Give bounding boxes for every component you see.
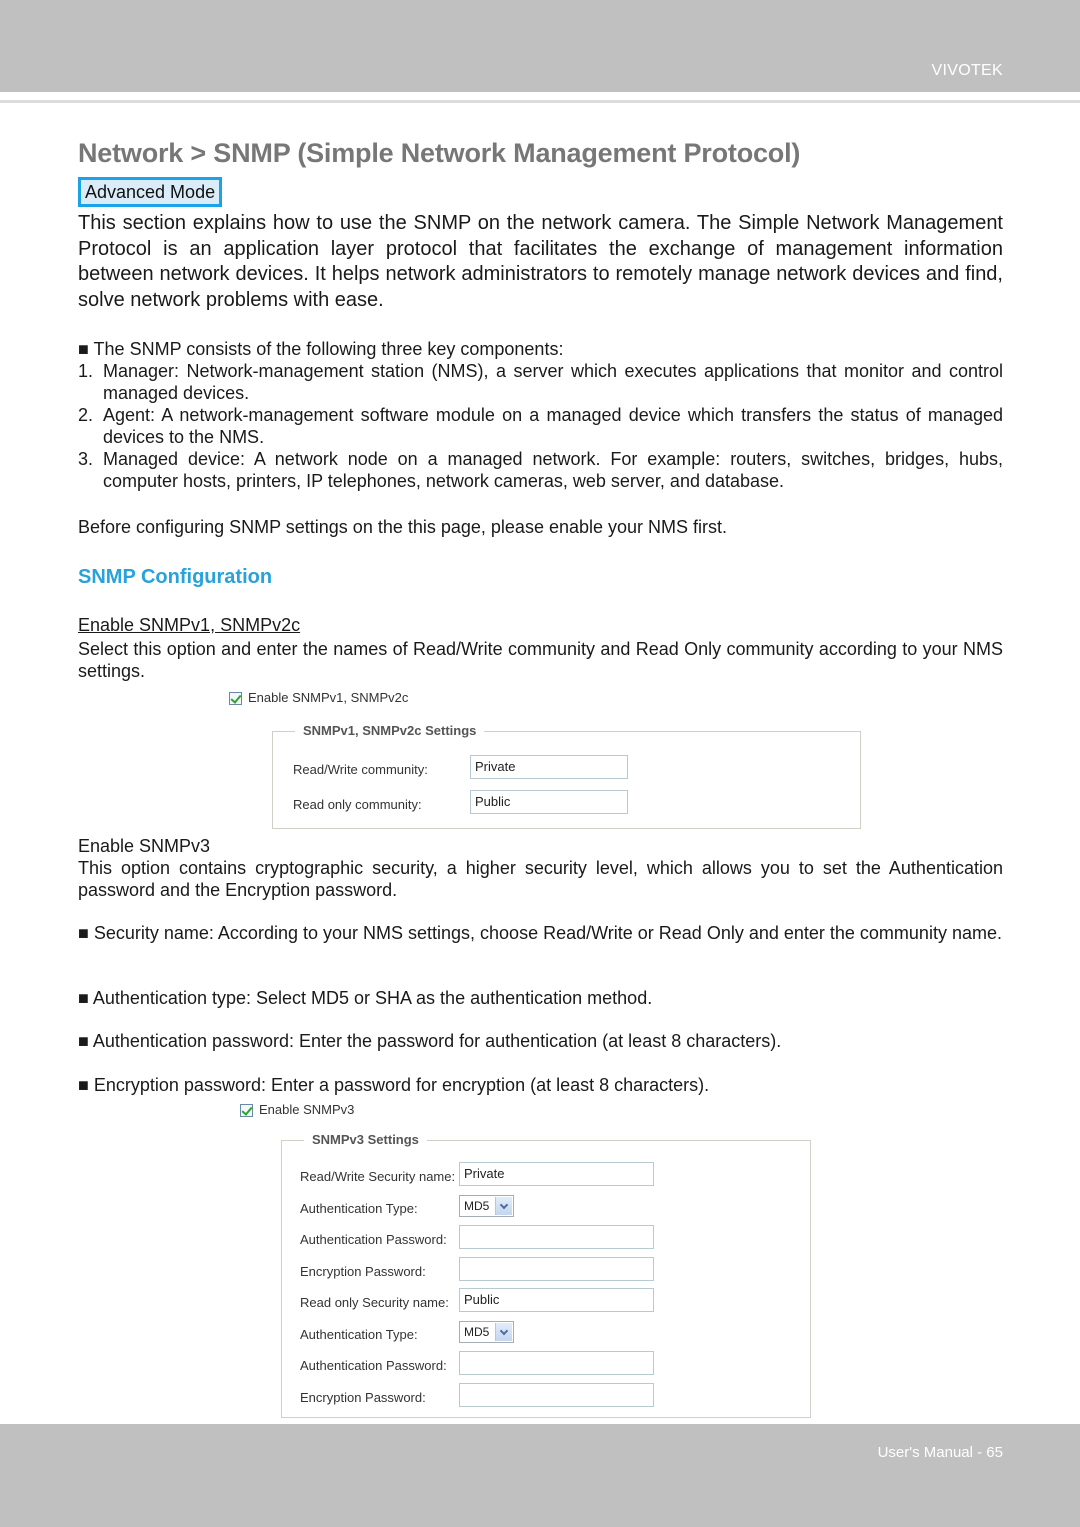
v3-subheading: Enable SNMPv3 <box>78 836 211 856</box>
v3-description: This option contains cryptographic secur… <box>78 858 1003 900</box>
checkbox-checked-icon[interactable] <box>240 1104 253 1118</box>
before-note: Before configuring SNMP settings on the … <box>78 517 728 537</box>
auth-type-select[interactable]: MD5 <box>459 1321 514 1343</box>
field-label: Read only community: <box>293 797 422 812</box>
auth-password-input[interactable] <box>459 1225 654 1249</box>
readonly-community-input[interactable]: Public <box>470 790 628 814</box>
auth-type-select[interactable]: MD5 <box>459 1195 514 1217</box>
field-label: Read/Write Security name: <box>300 1169 456 1184</box>
v3-legend: SNMPv3 Settings <box>304 1132 427 1147</box>
list-item: 1. Manager: Network-management station (N… <box>78 361 1003 403</box>
field-label: Authentication Password: <box>300 1358 447 1373</box>
readwrite-community-input[interactable]: Private <box>470 755 628 779</box>
v1v2-settings-group: SNMPv1, SNMPv2c Settings Read/Write comm… <box>272 723 861 829</box>
v3-checkbox-row[interactable]: Enable SNMPv3 <box>240 1102 355 1118</box>
v3-checkbox-label: Enable SNMPv3 <box>259 1102 355 1117</box>
encryption-password-input[interactable] <box>459 1383 654 1407</box>
field-label: Encryption Password: <box>300 1390 426 1405</box>
header-bar: VIVOTEK <box>0 0 1080 92</box>
encryption-password-input[interactable] <box>459 1257 654 1281</box>
v3-bullet: ■ Security name: According to your NMS s… <box>78 923 1002 943</box>
v1v2-description: Select this option and enter the names o… <box>78 639 1003 681</box>
components-lead: ■ The SNMP consists of the following thr… <box>78 339 564 359</box>
brand-logo: VIVOTEK <box>931 62 1003 79</box>
v1v2-checkbox-row[interactable]: Enable SNMPv1, SNMPv2c <box>229 690 409 706</box>
advanced-mode-badge: Advanced Mode <box>78 177 223 207</box>
auth-password-input[interactable] <box>459 1351 654 1375</box>
v3-bullet: ■ Authentication type: Select MD5 or SHA… <box>78 988 653 1008</box>
page-number: User's Manual - 65 <box>877 1444 1003 1461</box>
list-item: 3. Managed device: A network node on a ma… <box>78 449 1003 491</box>
field-label: Read/Write community: <box>293 762 428 777</box>
intro-paragraph: This section explains how to use the SNM… <box>78 212 1003 311</box>
chevron-down-icon[interactable] <box>495 1323 512 1341</box>
v3-settings-group: SNMPv3 Settings Read/Write Security name… <box>281 1132 811 1418</box>
components-list: ■ The SNMP consists of the following thr… <box>78 338 1003 492</box>
v1v2-checkbox-label: Enable SNMPv1, SNMPv2c <box>248 690 409 705</box>
footer-bar: User's Manual - 65 <box>0 1424 1080 1527</box>
field-label: Read only Security name: <box>300 1295 449 1310</box>
v3-bullet: ■ Authentication password: Enter the pas… <box>78 1031 782 1051</box>
checkbox-checked-icon[interactable] <box>229 692 242 706</box>
readonly-security-name-input[interactable]: Public <box>459 1288 654 1312</box>
page-title: Network > SNMP (Simple Network Managemen… <box>78 138 801 168</box>
field-label: Authentication Type: <box>300 1327 418 1342</box>
v1v2-legend: SNMPv1, SNMPv2c Settings <box>295 723 485 738</box>
v3-bullet: ■ Encryption password: Enter a password … <box>78 1075 710 1095</box>
v1v2-subheading: Enable SNMPv1, SNMPv2c <box>78 615 301 635</box>
field-label: Encryption Password: <box>300 1264 426 1279</box>
readwrite-security-name-input[interactable]: Private <box>459 1162 654 1186</box>
list-item: 2. Agent: A network-management software m… <box>78 405 1003 447</box>
field-label: Authentication Type: <box>300 1201 418 1216</box>
header-divider <box>0 100 1080 103</box>
section-heading: SNMP Configuration <box>78 566 273 588</box>
field-label: Authentication Password: <box>300 1232 447 1247</box>
chevron-down-icon[interactable] <box>495 1197 512 1215</box>
